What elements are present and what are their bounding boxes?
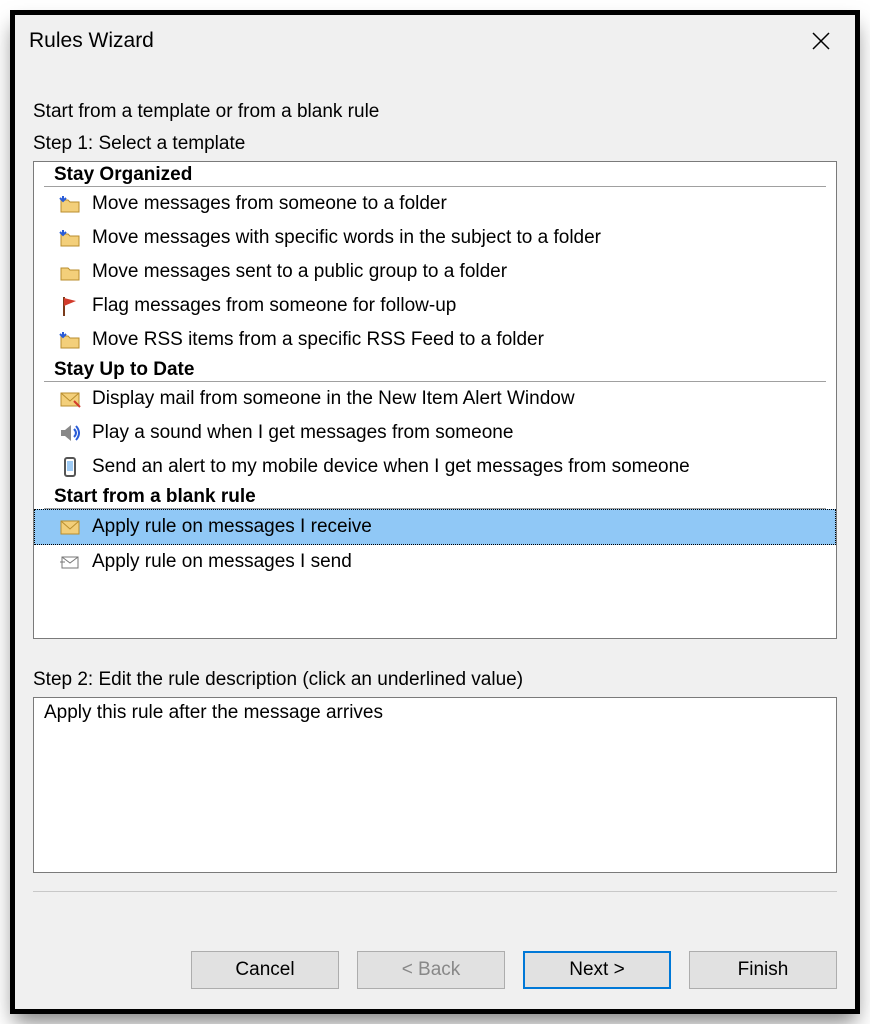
mail-alert-icon bbox=[58, 387, 82, 411]
template-apply-receive[interactable]: Apply rule on messages I receive bbox=[34, 509, 836, 545]
template-listbox[interactable]: Stay Organized Move messages from someon… bbox=[33, 161, 837, 639]
close-icon bbox=[811, 31, 831, 51]
template-label: Move messages with specific words in the… bbox=[92, 223, 601, 253]
mobile-icon bbox=[58, 455, 82, 479]
template-apply-send[interactable]: Apply rule on messages I send bbox=[34, 545, 836, 579]
window-title: Rules Wizard bbox=[29, 29, 154, 53]
template-label: Move messages sent to a public group to … bbox=[92, 257, 507, 287]
template-move-words-subject[interactable]: Move messages with specific words in the… bbox=[34, 221, 836, 255]
separator bbox=[33, 891, 837, 892]
template-new-item-alert[interactable]: Display mail from someone in the New Ite… bbox=[34, 382, 836, 416]
titlebar: Rules Wizard bbox=[15, 15, 855, 63]
template-label: Move RSS items from a specific RSS Feed … bbox=[92, 325, 544, 355]
template-mobile-alert[interactable]: Send an alert to my mobile device when I… bbox=[34, 450, 836, 484]
template-label: Apply rule on messages I receive bbox=[92, 512, 372, 542]
template-move-rss[interactable]: Move RSS items from a specific RSS Feed … bbox=[34, 323, 836, 357]
rules-wizard-dialog: Rules Wizard Start from a template or fr… bbox=[14, 14, 856, 1010]
folder-move-icon bbox=[58, 328, 82, 352]
envelope-in-icon bbox=[58, 515, 82, 539]
speaker-icon bbox=[58, 421, 82, 445]
template-label: Move messages from someone to a folder bbox=[92, 189, 447, 219]
template-label: Send an alert to my mobile device when I… bbox=[92, 452, 690, 482]
folder-move-icon bbox=[58, 260, 82, 284]
back-button: < Back bbox=[357, 951, 505, 989]
group-header-uptodate: Stay Up to Date bbox=[44, 359, 826, 382]
finish-button[interactable]: Finish bbox=[689, 951, 837, 989]
folder-move-icon bbox=[58, 226, 82, 250]
button-row: Cancel < Back Next > Finish bbox=[15, 951, 855, 1009]
envelope-out-icon bbox=[58, 550, 82, 574]
step1-label: Step 1: Select a template bbox=[33, 133, 837, 155]
folder-move-icon bbox=[58, 192, 82, 216]
cancel-button[interactable]: Cancel bbox=[191, 951, 339, 989]
intro-text: Start from a template or from a blank ru… bbox=[33, 101, 837, 123]
template-label: Apply rule on messages I send bbox=[92, 547, 352, 577]
template-move-from-someone[interactable]: Move messages from someone to a folder bbox=[34, 187, 836, 221]
template-label: Play a sound when I get messages from so… bbox=[92, 418, 513, 448]
template-play-sound[interactable]: Play a sound when I get messages from so… bbox=[34, 416, 836, 450]
group-header-blank: Start from a blank rule bbox=[44, 486, 826, 509]
rule-description-box[interactable]: Apply this rule after the message arrive… bbox=[33, 697, 837, 873]
template-label: Display mail from someone in the New Ite… bbox=[92, 384, 575, 414]
template-label: Flag messages from someone for follow-up bbox=[92, 291, 456, 321]
next-button[interactable]: Next > bbox=[523, 951, 671, 989]
template-move-public-group[interactable]: Move messages sent to a public group to … bbox=[34, 255, 836, 289]
flag-icon bbox=[58, 294, 82, 318]
close-button[interactable] bbox=[801, 21, 841, 61]
step2-label: Step 2: Edit the rule description (click… bbox=[33, 669, 837, 691]
rule-description-text: Apply this rule after the message arrive… bbox=[44, 702, 383, 723]
group-header-organized: Stay Organized bbox=[44, 164, 826, 187]
template-flag-followup[interactable]: Flag messages from someone for follow-up bbox=[34, 289, 836, 323]
